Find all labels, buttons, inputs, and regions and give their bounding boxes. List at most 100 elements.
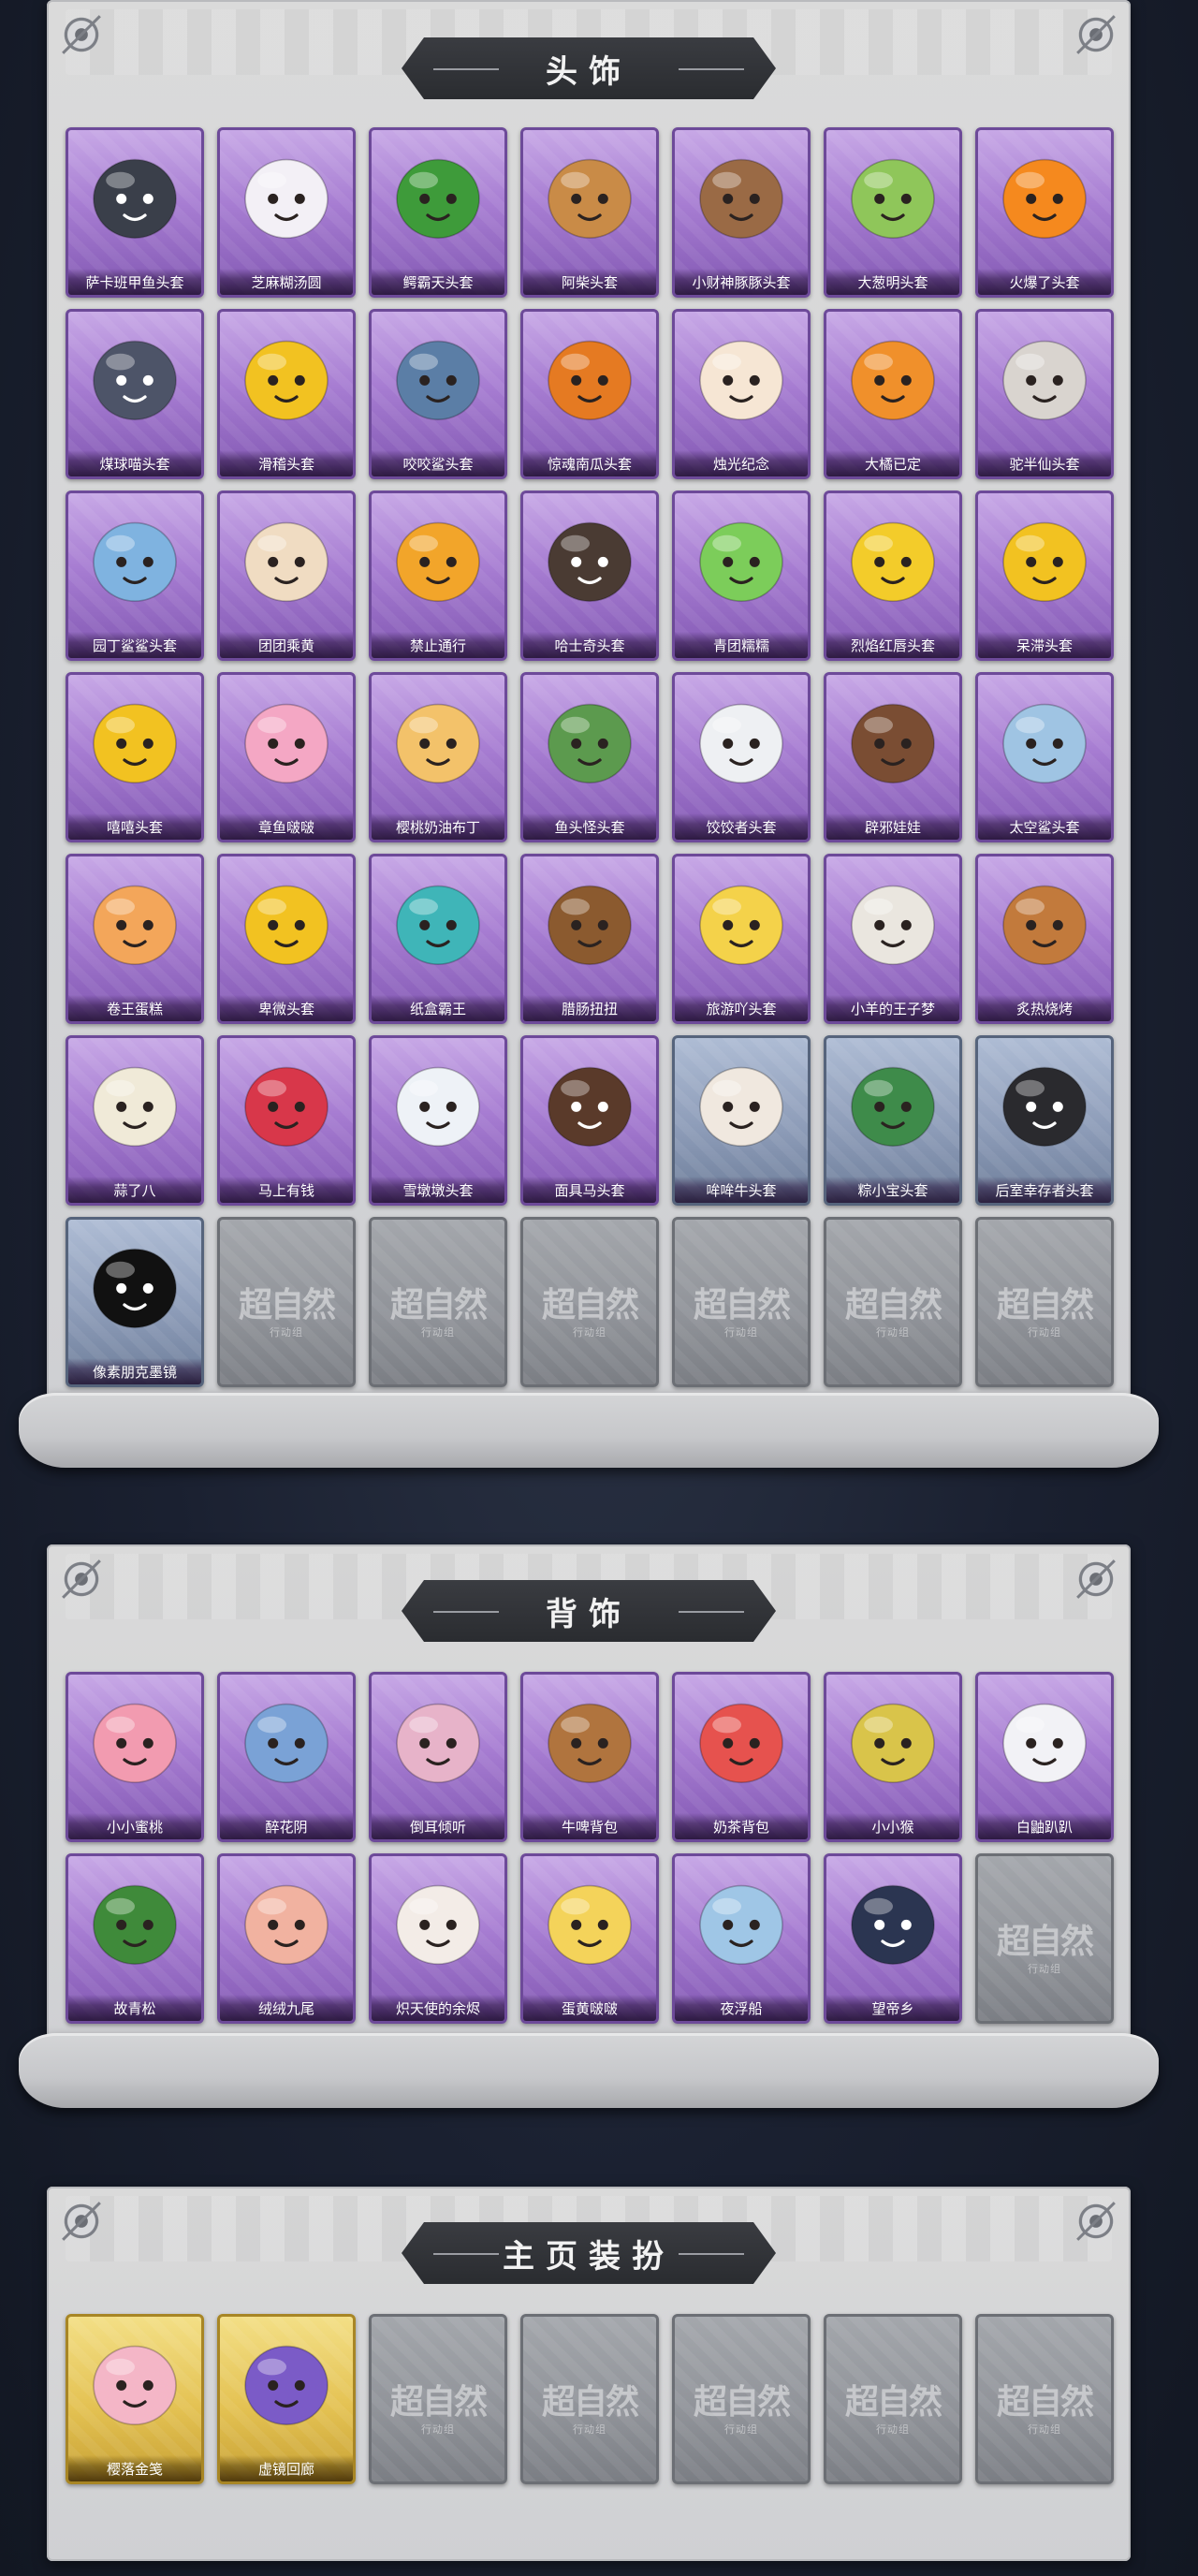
item-card[interactable]: 旅游吖头套 [672, 854, 811, 1024]
item-card[interactable]: 炽天使的余烬 [369, 1853, 507, 2024]
item-card[interactable]: 小小蜜桃 [66, 1672, 204, 1842]
empty-slot[interactable]: 超自然 行动组 [672, 1217, 811, 1387]
item-card[interactable]: 驼半仙头套 [975, 309, 1114, 479]
item-card[interactable]: 滑稽头套 [217, 309, 356, 479]
item-card[interactable]: 大葱明头套 [824, 127, 962, 298]
item-label: 大橘已定 [826, 450, 959, 476]
empty-slot[interactable]: 超自然 行动组 [217, 1217, 356, 1387]
crystal-boat-icon [690, 1869, 793, 1972]
item-card[interactable]: 面具马头套 [520, 1035, 659, 1206]
scroll-bottom-edge [19, 1393, 1159, 1468]
section-title: 头饰 [546, 52, 632, 91]
item-card[interactable]: 蒜了八 [66, 1035, 204, 1206]
item-card[interactable]: 卑微头套 [217, 854, 356, 1024]
item-card[interactable]: 夜浮船 [672, 1853, 811, 2024]
item-label: 粽小宝头套 [826, 1177, 959, 1203]
item-card[interactable]: 咬咬鲨头套 [369, 309, 507, 479]
empty-slot[interactable]: 超自然 行动组 [975, 1853, 1114, 2024]
item-card[interactable]: 牛啤背包 [520, 1672, 659, 1842]
item-card[interactable]: 樱桃奶油布丁 [369, 672, 507, 842]
empty-slot[interactable]: 超自然 行动组 [975, 1217, 1114, 1387]
watermark-main: 超自然 [996, 1285, 1094, 1325]
empty-slot[interactable]: 超自然 行动组 [369, 1217, 507, 1387]
backwear-panel: 背饰 小小蜜桃 醉花阴 倒耳倾听 牛啤背包 奶茶背包 小小猴 白鼬趴趴 故青松 绒绒九尾 炽天使的… [19, 1544, 1159, 2108]
item-card[interactable]: 萨卡班甲鱼头套 [66, 127, 204, 298]
item-card[interactable]: 嘻嘻头套 [66, 672, 204, 842]
hamster-icon [235, 506, 338, 609]
item-card[interactable]: 大橘已定 [824, 309, 962, 479]
item-card[interactable]: 白鼬趴趴 [975, 1672, 1114, 1842]
watermark-sub: 行动组 [1028, 2423, 1061, 2436]
item-card[interactable]: 辟邪娃娃 [824, 672, 962, 842]
humble-face-icon [235, 870, 338, 973]
item-card[interactable]: 像素朋克墨镜 [66, 1217, 204, 1387]
watermark-main: 超自然 [238, 1285, 336, 1325]
item-card[interactable]: 倒耳倾听 [369, 1672, 507, 1842]
item-card[interactable]: 腊肠扭扭 [520, 854, 659, 1024]
item-label: 园丁鲨鲨头套 [68, 632, 201, 658]
item-card[interactable]: 煤球喵头套 [66, 309, 204, 479]
watermark-sub: 行动组 [1028, 1326, 1061, 1339]
watermark-logo: 超自然 行动组 [523, 2375, 656, 2437]
item-label: 醉花阴 [220, 1813, 353, 1839]
item-label: 呆滞头套 [978, 632, 1111, 658]
item-card[interactable]: 望帝乡 [824, 1853, 962, 2024]
item-card[interactable]: 虚镜回廊 [217, 2314, 356, 2484]
item-card[interactable]: 炙热烧烤 [975, 854, 1114, 1024]
item-card[interactable]: 鳄霸天头套 [369, 127, 507, 298]
empty-slot[interactable]: 超自然 行动组 [824, 2314, 962, 2484]
item-card[interactable]: 奶茶背包 [672, 1672, 811, 1842]
empty-slot[interactable]: 超自然 行动组 [672, 2314, 811, 2484]
item-card[interactable]: 后室幸存者头套 [975, 1035, 1114, 1206]
item-card[interactable]: 饺饺者头套 [672, 672, 811, 842]
item-card[interactable]: 雪墩墩头套 [369, 1035, 507, 1206]
empty-slot[interactable]: 超自然 行动组 [824, 1217, 962, 1387]
roll-cake-icon [83, 870, 186, 973]
item-card[interactable]: 章鱼啵啵 [217, 672, 356, 842]
item-card[interactable]: 马上有钱 [217, 1035, 356, 1206]
item-card[interactable]: 纸盒霸王 [369, 854, 507, 1024]
item-card[interactable]: 粽小宝头套 [824, 1035, 962, 1206]
backwear-grid: 小小蜜桃 醉花阴 倒耳倾听 牛啤背包 奶茶背包 小小猴 白鼬趴趴故青松 绒绒九尾 炽天使的余烬蛋… [66, 1672, 1114, 2024]
item-card[interactable]: 小财神豚豚头套 [672, 127, 811, 298]
item-card[interactable]: 惊魂南瓜头套 [520, 309, 659, 479]
item-card[interactable]: 烈焰红唇头套 [824, 490, 962, 661]
item-card[interactable]: 呆滞头套 [975, 490, 1114, 661]
empty-slot[interactable]: 超自然 行动组 [369, 2314, 507, 2484]
mirror-card-icon [235, 2330, 338, 2433]
homepage-panel: 主页装扮 樱落金笺 虚镜回廊 超自然 行动组 超自然 行动组 超自然 行动组 超自然 行动组 超自然… [47, 2187, 1131, 2561]
item-card[interactable]: 蛋黄啵啵 [520, 1853, 659, 2024]
item-card[interactable]: 芝麻糊汤圆 [217, 127, 356, 298]
item-card[interactable]: 禁止通行 [369, 490, 507, 661]
item-card[interactable]: 哞哞牛头套 [672, 1035, 811, 1206]
item-card[interactable]: 团团乘黄 [217, 490, 356, 661]
item-label: 烛光纪念 [675, 450, 808, 476]
item-card[interactable]: 烛光纪念 [672, 309, 811, 479]
item-card[interactable]: 卷王蛋糕 [66, 854, 204, 1024]
item-card[interactable]: 园丁鲨鲨头套 [66, 490, 204, 661]
item-card[interactable]: 哈士奇头套 [520, 490, 659, 661]
item-card[interactable]: 青团糯糯 [672, 490, 811, 661]
dachshund-icon [538, 870, 641, 973]
item-card[interactable]: 阿柴头套 [520, 127, 659, 298]
empty-slot[interactable]: 超自然 行动组 [520, 1217, 659, 1387]
item-card[interactable]: 小羊的王子梦 [824, 854, 962, 1024]
watermark-sub: 行动组 [876, 1326, 910, 1339]
watermark-main: 超自然 [844, 2382, 942, 2422]
item-card[interactable]: 醉花阴 [217, 1672, 356, 1842]
corner-ornament-icon [1074, 1558, 1118, 1601]
item-label: 倒耳倾听 [372, 1813, 504, 1839]
garlic-icon [83, 1051, 186, 1154]
item-card[interactable]: 小小猴 [824, 1672, 962, 1842]
item-card[interactable]: 樱落金笺 [66, 2314, 204, 2484]
item-card[interactable]: 故青松 [66, 1853, 204, 2024]
item-card[interactable]: 鱼头怪头套 [520, 672, 659, 842]
watermark-sub: 行动组 [1028, 1963, 1061, 1975]
empty-slot[interactable]: 超自然 行动组 [520, 2314, 659, 2484]
empty-slot[interactable]: 超自然 行动组 [975, 2314, 1114, 2484]
dumpling-icon [235, 143, 338, 246]
item-card[interactable]: 绒绒九尾 [217, 1853, 356, 2024]
item-card[interactable]: 太空鲨头套 [975, 672, 1114, 842]
item-card[interactable]: 火爆了头套 [975, 127, 1114, 298]
banner-flourish [679, 2253, 744, 2255]
